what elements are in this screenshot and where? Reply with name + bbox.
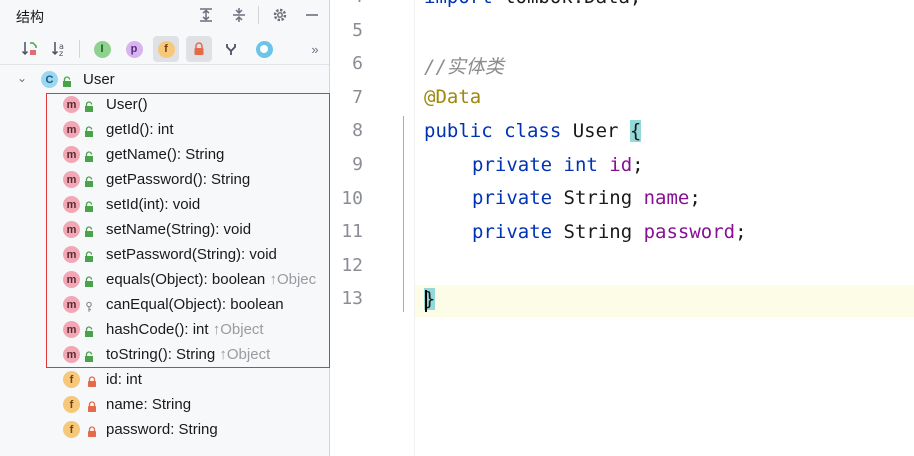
show-hierarchy-icon[interactable] [218, 36, 244, 62]
line-number[interactable]: 9 [330, 154, 363, 175]
minimize-icon[interactable] [302, 5, 322, 25]
private-lock-icon [87, 374, 97, 387]
code-line-4: import lombok.Data; [424, 0, 641, 8]
keyword-import: import [424, 0, 493, 8]
field-name: id [106, 371, 118, 388]
class-icon: C [41, 71, 58, 88]
type-string: String [552, 221, 644, 243]
field-label: name: String [106, 396, 191, 413]
field-label: password: String [106, 421, 218, 438]
code-line-8: public class User { [424, 120, 642, 142]
field-name: password [106, 421, 171, 438]
tree-node-field[interactable]: f password: String [0, 417, 329, 442]
toolbar-divider [79, 40, 80, 58]
type-int: int [552, 154, 610, 176]
annotation: @Data [424, 86, 482, 108]
semicolon: ; [735, 221, 747, 243]
line-number[interactable]: 7 [330, 87, 363, 108]
code-line-6: //实体类 [424, 52, 504, 79]
sort-alphabetically-icon[interactable]: az [47, 36, 73, 62]
structure-toolbar: az I p f » [0, 34, 329, 65]
type-string: String [552, 187, 644, 209]
private-lock-icon [87, 424, 97, 437]
semicolon: ; [689, 187, 701, 209]
comment: //实体类 [424, 56, 504, 78]
fields-glyph: f [157, 40, 175, 58]
show-inherited-icon[interactable]: I [89, 36, 115, 62]
private-lock-icon [87, 399, 97, 412]
class-label: User [83, 71, 115, 88]
code-line-11: private String password; [472, 221, 747, 243]
tree-node-field[interactable]: f name: String [0, 392, 329, 417]
chevron-down-icon[interactable]: ⌄ [17, 71, 27, 85]
svg-text:z: z [59, 49, 63, 58]
show-properties-icon[interactable]: p [121, 36, 147, 62]
keyword-public-class: public class [424, 120, 562, 142]
line-number[interactable]: 5 [330, 20, 363, 41]
code-line-7: @Data [424, 86, 481, 108]
code-line-10: private String name; [472, 187, 701, 209]
field-id: id [609, 154, 633, 176]
field-icon: f [63, 421, 80, 438]
structure-panel: 结构 az I p f » ⌄ C User m User() m getId(… [0, 0, 330, 456]
header-divider [258, 6, 259, 24]
code-editor[interactable]: 4 5 6 7 8 9 10 11 12 13 import lombok.Data; //实体类… [330, 0, 914, 456]
public-visibility-icon [62, 74, 72, 87]
fold-indicator [403, 116, 404, 312]
text-caret [425, 290, 427, 312]
sort-by-visibility-icon[interactable] [17, 36, 43, 62]
line-number[interactable]: 8 [330, 120, 363, 141]
code-line-9: private int id; [472, 154, 644, 176]
line-number[interactable]: 10 [330, 188, 363, 209]
class-name: User [561, 120, 630, 142]
panel-header: 结构 [0, 0, 329, 30]
inherited-glyph: I [93, 40, 111, 58]
line-number-gutter: 4 5 6 7 8 9 10 11 12 13 [330, 0, 414, 456]
gutter-separator [414, 0, 415, 456]
line-number[interactable]: 6 [330, 53, 363, 74]
current-line-highlight [330, 285, 914, 317]
lambdas-glyph [255, 40, 273, 58]
field-password: password [643, 221, 736, 243]
field-type: : String [170, 421, 218, 438]
open-brace: { [629, 120, 642, 142]
field-name: name [106, 396, 144, 413]
keyword-private: private [472, 221, 553, 243]
field-type: : String [143, 396, 192, 413]
line-number[interactable]: 4 [330, 0, 363, 7]
show-lambdas-icon[interactable] [251, 36, 277, 62]
field-type: : int [117, 371, 142, 388]
collapse-all-icon[interactable] [229, 5, 249, 25]
gear-icon[interactable] [270, 5, 290, 25]
show-fields-icon[interactable]: f [153, 36, 179, 62]
tree-node-field[interactable]: f id: int [0, 367, 329, 392]
show-non-public-icon[interactable] [186, 36, 212, 62]
semicolon: ; [632, 154, 644, 176]
properties-glyph: p [125, 40, 143, 58]
expand-all-icon[interactable] [196, 5, 216, 25]
tree-node-class[interactable]: ⌄ C User [0, 67, 329, 92]
line-number[interactable]: 11 [330, 221, 363, 242]
import-path: lombok.Data; [493, 0, 641, 8]
line-number[interactable]: 13 [330, 288, 363, 309]
keyword-private: private [472, 187, 553, 209]
keyword-private: private [472, 154, 553, 176]
panel-title: 结构 [16, 9, 44, 25]
more-icon[interactable]: » [305, 36, 325, 62]
selection-highlight-box [46, 93, 330, 368]
field-name: name [643, 187, 690, 209]
field-label: id: int [106, 371, 142, 388]
field-icon: f [63, 396, 80, 413]
field-icon: f [63, 371, 80, 388]
line-number[interactable]: 12 [330, 255, 363, 276]
